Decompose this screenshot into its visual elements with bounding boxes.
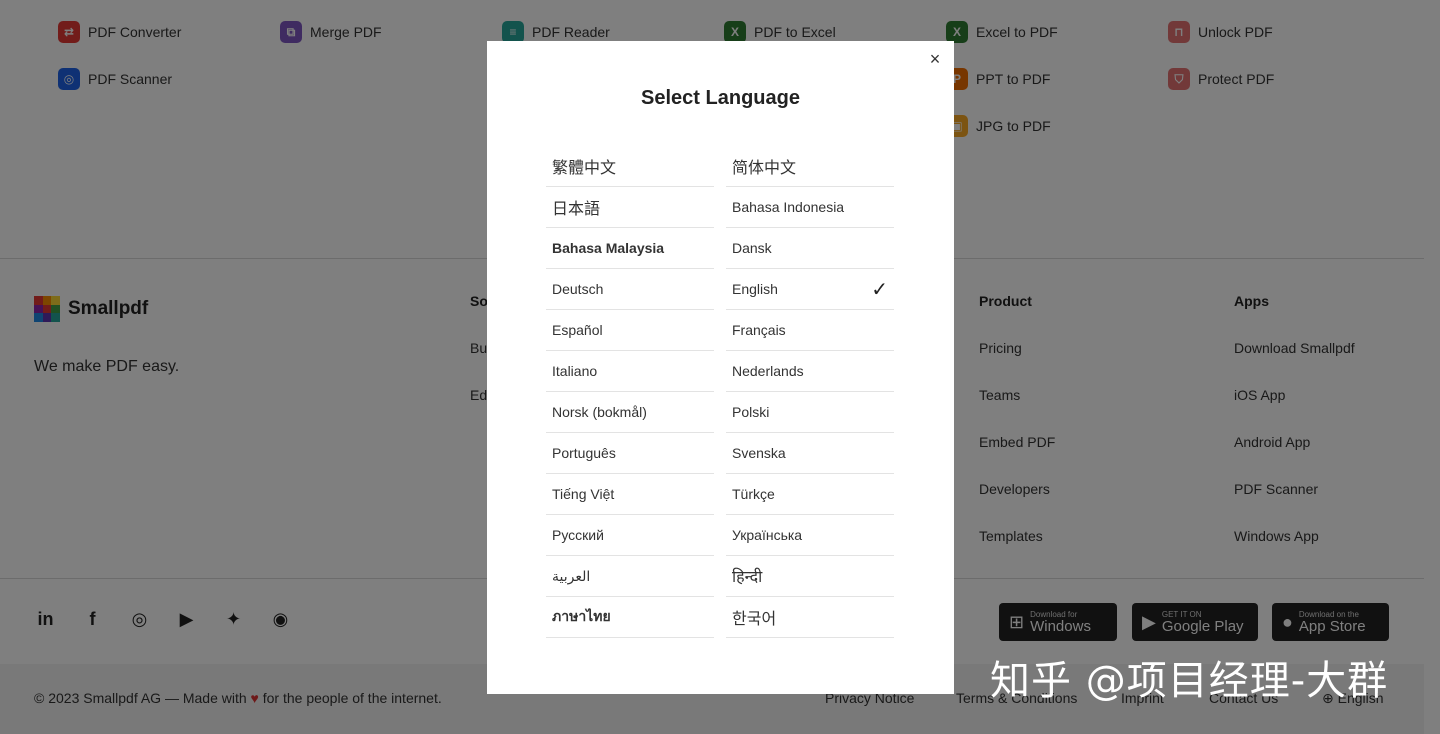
language-option[interactable]: Tiếng Việt bbox=[546, 474, 714, 515]
language-option[interactable]: Русский bbox=[546, 515, 714, 556]
language-option[interactable]: 한국어 bbox=[726, 597, 894, 638]
language-option[interactable]: Bahasa Indonesia bbox=[726, 187, 894, 228]
language-option[interactable]: हिन्दी bbox=[726, 556, 894, 597]
language-option[interactable]: Polski bbox=[726, 392, 894, 433]
language-option[interactable]: Français bbox=[726, 310, 894, 351]
language-option[interactable]: Dansk bbox=[726, 228, 894, 269]
language-option[interactable]: Bahasa Malaysia bbox=[546, 228, 714, 269]
language-option[interactable]: Svenska bbox=[726, 433, 894, 474]
language-option[interactable]: Deutsch bbox=[546, 269, 714, 310]
language-option[interactable]: ภาษาไทย bbox=[546, 597, 714, 638]
language-option[interactable]: Українська bbox=[726, 515, 894, 556]
language-option[interactable]: 简体中文 bbox=[726, 146, 894, 187]
language-option[interactable]: Türkçe bbox=[726, 474, 894, 515]
language-option[interactable]: 日本語 bbox=[546, 187, 714, 228]
language-option[interactable]: Español bbox=[546, 310, 714, 351]
language-option[interactable]: 繁體中文 bbox=[546, 146, 714, 187]
language-option[interactable]: Norsk (bokmål) bbox=[546, 392, 714, 433]
watermark: 知乎 @项目经理-大群 bbox=[990, 658, 1389, 704]
language-option-selected[interactable]: English ✓ bbox=[726, 269, 894, 310]
language-option[interactable]: Português bbox=[546, 433, 714, 474]
checkmark-icon: ✓ bbox=[871, 278, 888, 301]
language-option[interactable]: العربية bbox=[546, 556, 714, 597]
language-list: 繁體中文 简体中文 日本語 Bahasa Indonesia Bahasa Ma… bbox=[546, 146, 894, 638]
close-icon[interactable]: × bbox=[926, 50, 944, 68]
language-option[interactable]: Nederlands bbox=[726, 351, 894, 392]
language-option[interactable]: Italiano bbox=[546, 351, 714, 392]
language-modal: × Select Language 繁體中文 简体中文 日本語 Bahasa I… bbox=[487, 41, 954, 694]
modal-title: Select Language bbox=[641, 87, 800, 109]
